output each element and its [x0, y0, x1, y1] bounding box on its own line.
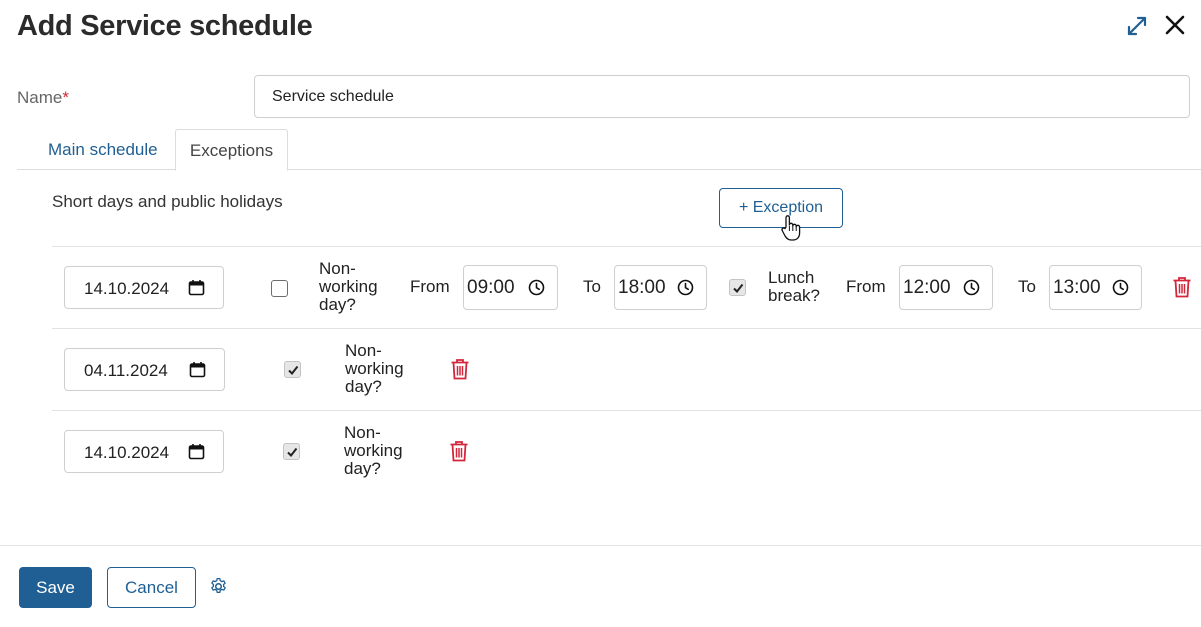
clock-icon[interactable]	[963, 279, 980, 302]
lunch-break-checkbox[interactable]	[729, 279, 746, 296]
non-working-checkbox[interactable]	[284, 361, 301, 378]
calendar-icon[interactable]	[188, 279, 205, 301]
to-time-input[interactable]: 18:00	[614, 265, 707, 310]
exception-row: 04.11.2024 Non-working day?	[52, 328, 1201, 410]
tab-bar: Main schedule Exceptions	[17, 129, 1201, 171]
cancel-button[interactable]: Cancel	[107, 567, 196, 608]
lunch-to-time-input[interactable]: 13:00	[1049, 265, 1142, 310]
dialog-footer: Save Cancel	[0, 545, 1201, 627]
from-label: From	[410, 277, 450, 296]
hand-cursor-icon	[780, 214, 802, 247]
exception-row: 14.10.2024 Non-working day?	[52, 410, 1201, 492]
lunch-from-label: From	[846, 277, 886, 296]
close-icon[interactable]	[1164, 14, 1186, 41]
expand-icon[interactable]	[1126, 15, 1148, 42]
name-label: Name*	[17, 88, 69, 107]
lunch-break-label: Lunch break?	[768, 268, 820, 305]
tab-main-schedule[interactable]: Main schedule	[48, 129, 158, 170]
non-working-label: Non-working day?	[319, 259, 378, 314]
trash-icon[interactable]	[1172, 276, 1192, 303]
clock-icon[interactable]	[677, 279, 694, 302]
trash-icon[interactable]	[449, 440, 469, 467]
non-working-label: Non-working day?	[345, 341, 404, 396]
non-working-label: Non-working day?	[344, 423, 403, 478]
tab-exceptions[interactable]: Exceptions	[175, 129, 288, 171]
gear-icon[interactable]	[209, 577, 228, 601]
lunch-to-label: To	[1018, 277, 1036, 296]
non-working-checkbox[interactable]	[283, 443, 300, 460]
save-button[interactable]: Save	[19, 567, 92, 608]
to-label: To	[583, 277, 601, 296]
from-time-input[interactable]: 09:00	[463, 265, 558, 310]
clock-icon[interactable]	[1112, 279, 1129, 302]
trash-icon[interactable]	[450, 358, 470, 385]
date-input[interactable]: 04.11.2024	[64, 348, 225, 391]
calendar-icon[interactable]	[189, 361, 206, 383]
lunch-from-time-input[interactable]: 12:00	[899, 265, 993, 310]
dialog-title: Add Service schedule	[17, 10, 313, 42]
section-title: Short days and public holidays	[52, 192, 283, 211]
clock-icon[interactable]	[528, 279, 545, 302]
non-working-checkbox[interactable]	[271, 280, 288, 297]
name-input[interactable]	[254, 75, 1190, 118]
calendar-icon[interactable]	[188, 443, 205, 465]
date-input[interactable]: 14.10.2024	[64, 430, 224, 473]
required-mark: *	[62, 88, 69, 107]
date-input[interactable]: 14.10.2024	[64, 266, 224, 309]
exception-row: 14.10.2024 Non-working day? From 09:00 T…	[52, 246, 1201, 328]
